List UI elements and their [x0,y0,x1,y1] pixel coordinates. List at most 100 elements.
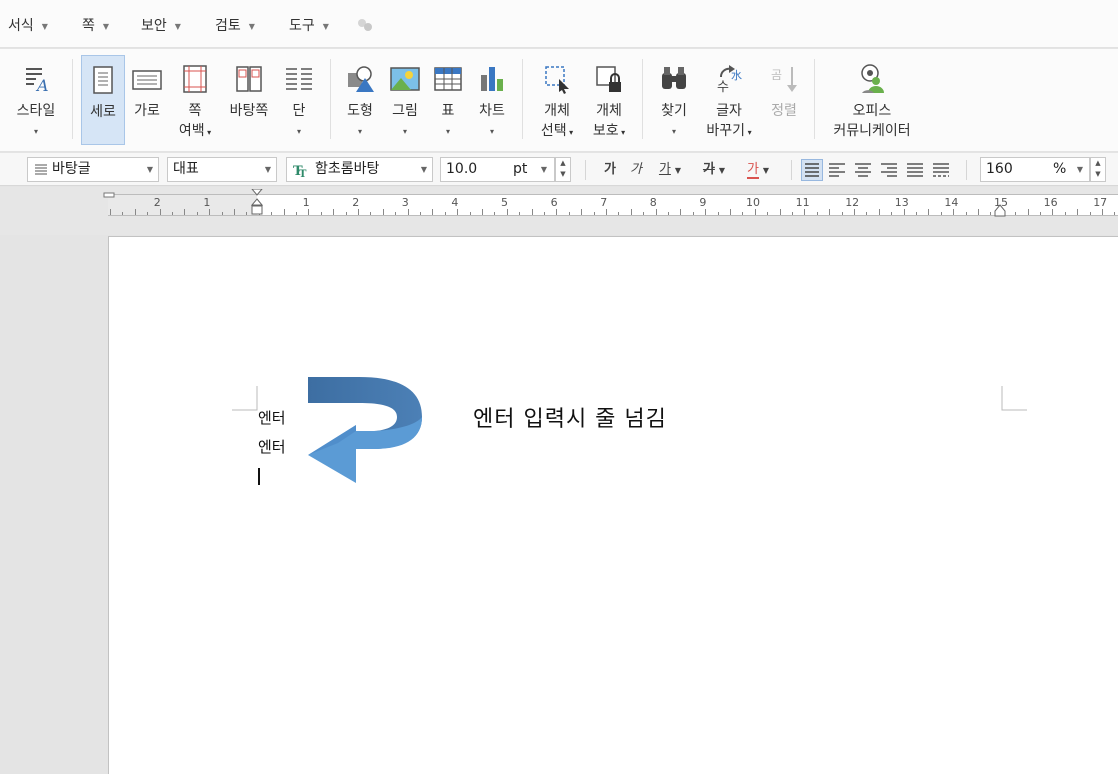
ribbon-divider [330,59,331,139]
chevron-down-icon: ▾ [489,127,494,136]
chevron-down-icon: ▼ [718,166,726,175]
italic-button[interactable]: 가 [624,159,648,181]
tab-marker-icon[interactable] [103,192,115,200]
horizontal-ruler[interactable]: 2 1 1 2 3 4 5 6 7 8 9 10 11 12 13 14 15 16 17 [103,189,1118,217]
object-protect-button[interactable]: 개체 보호 ▾ [586,55,632,145]
document-line[interactable]: 엔터 [258,436,286,457]
stepper-up-icon[interactable]: ▲ [556,158,570,169]
master-page-button[interactable]: 바탕쪽 [224,55,274,145]
ruler-tick [618,212,620,215]
picture-button[interactable]: 그림 ▾ [384,55,426,145]
svg-text:T: T [299,169,307,178]
align-justify-button[interactable] [801,159,823,181]
ruler-tick [940,212,942,215]
menu-format[interactable]: 서식 ▼ [8,15,48,35]
sort-button[interactable]: 곰 정렬 [762,55,806,145]
align-right-button[interactable] [878,159,900,181]
align-justify-icon [805,163,819,177]
chevron-down-icon: ▼ [41,21,48,31]
ruler-number: 2 [352,196,360,209]
columns-button[interactable]: 단 ▾ [278,55,320,145]
strikethrough-glyph: 가 [702,162,715,177]
master-page-label: 바탕쪽 [229,103,269,119]
landscape-button[interactable]: 가로 [126,55,168,145]
font-size-stepper[interactable]: ▲ ▼ [555,157,571,182]
ruler-tick [730,209,731,215]
menu-security[interactable]: 보안 ▼ [141,15,181,35]
stepper-down-icon[interactable]: ▼ [1091,169,1105,180]
ruler-tick [159,209,161,215]
style-select[interactable]: 바탕글 ▼ [27,157,159,182]
ruler-tick [816,212,818,215]
font-size-input[interactable]: 10.0 pt ▼ [440,157,555,182]
ruler-number: 17 [1093,196,1108,209]
ribbon-toolbar: A 스타일 ▾ 세로 가로 쪽 여백 ▾ 바탕쪽 단 ▾ 도형 ▾ 그림 ▾ 표… [0,49,1118,152]
menu-page[interactable]: 쪽 ▼ [82,15,109,35]
ruler-tick [110,209,111,215]
annotation-text[interactable]: 엔터 입력시 줄 넘김 [473,401,667,433]
office-communicator-button[interactable]: 오피스 커뮤니케이터 [826,55,918,145]
ruler-tick [184,209,186,215]
shape-button[interactable]: 도형 ▾ [338,55,382,145]
font-color-button[interactable]: 가 ▼ [738,159,778,181]
ruler-tick [494,212,496,215]
ruler-tick [1027,209,1029,215]
zoom-input[interactable]: 160 % ▼ [980,157,1090,182]
menu-tools[interactable]: 도구 ▼ [289,15,329,35]
ribbon-divider [72,59,73,139]
underline-button[interactable]: 가 ▼ [650,159,690,181]
bold-button[interactable]: 가 [598,159,622,181]
align-left-button[interactable] [826,159,848,181]
object-select-button[interactable]: 개체 선택 ▾ [532,55,582,145]
chart-button[interactable]: 차트 ▾ [470,55,514,145]
ruler-tick [680,209,682,215]
document-page[interactable]: 엔터 엔터 엔터 입력시 줄 넘김 [108,236,1118,774]
picture-label: 그림 [392,103,418,119]
ruler-tick [271,212,273,215]
chevron-down-icon: ▼ [102,21,110,31]
ruler-tick [878,209,880,215]
chevron-down-icon: ▼ [420,165,427,174]
columns-icon [286,68,312,90]
page-margin-label-1: 쪽 [188,103,202,119]
ruler-number: 6 [550,196,558,209]
ruler-number: 1 [302,196,310,209]
document-line[interactable]: 엔터 [258,407,286,428]
page-margin-button[interactable]: 쪽 여백 ▾ [172,55,218,145]
curved-arrow-shape[interactable] [304,373,426,489]
ruler-number: 2 [153,196,161,209]
style-button[interactable]: A 스타일 ▾ [10,55,62,145]
lock-icon [596,66,621,92]
font-select[interactable]: T T 함초롬바탕 ▼ [286,157,433,182]
chevron-down-icon: ▾ [671,127,676,136]
picture-icon [390,67,420,91]
ruler-tick [792,212,793,215]
strikethrough-button[interactable]: 가 ▼ [694,159,734,181]
portrait-button[interactable]: 세로 [81,55,125,145]
stepper-up-icon[interactable]: ▲ [1091,158,1105,169]
stepper-down-icon[interactable]: ▼ [556,169,570,180]
ruler-tick [928,209,930,215]
zoom-stepper[interactable]: ▲ ▼ [1090,157,1106,182]
menu-review[interactable]: 검토 ▼ [215,15,255,35]
right-indent-marker-icon[interactable] [994,203,1006,217]
ruler-tick [1052,209,1054,215]
replace-label-2: 바꾸기 [706,123,746,139]
language-select[interactable]: 대표 ▼ [167,157,277,182]
ruler-tick [630,209,632,215]
align-split-icon [933,163,949,177]
messenger-icon[interactable] [356,17,374,33]
ruler-tick [407,209,409,215]
find-button[interactable]: 찾기 ▾ [652,55,696,145]
portrait-label: 세로 [90,104,116,120]
replace-button[interactable]: 수 水 글자 바꾸기 ▾ [700,55,758,145]
chevron-down-icon: ▾ [445,127,450,136]
indent-marker-icon[interactable] [251,189,263,223]
align-distribute-button[interactable] [904,159,926,181]
ruler-tick [134,209,136,215]
align-center-button[interactable] [852,159,874,181]
ruler-tick [606,209,607,215]
table-button[interactable]: 표 ▾ [428,55,468,145]
underline-glyph: 가 [658,162,671,177]
align-split-button[interactable] [930,159,952,181]
